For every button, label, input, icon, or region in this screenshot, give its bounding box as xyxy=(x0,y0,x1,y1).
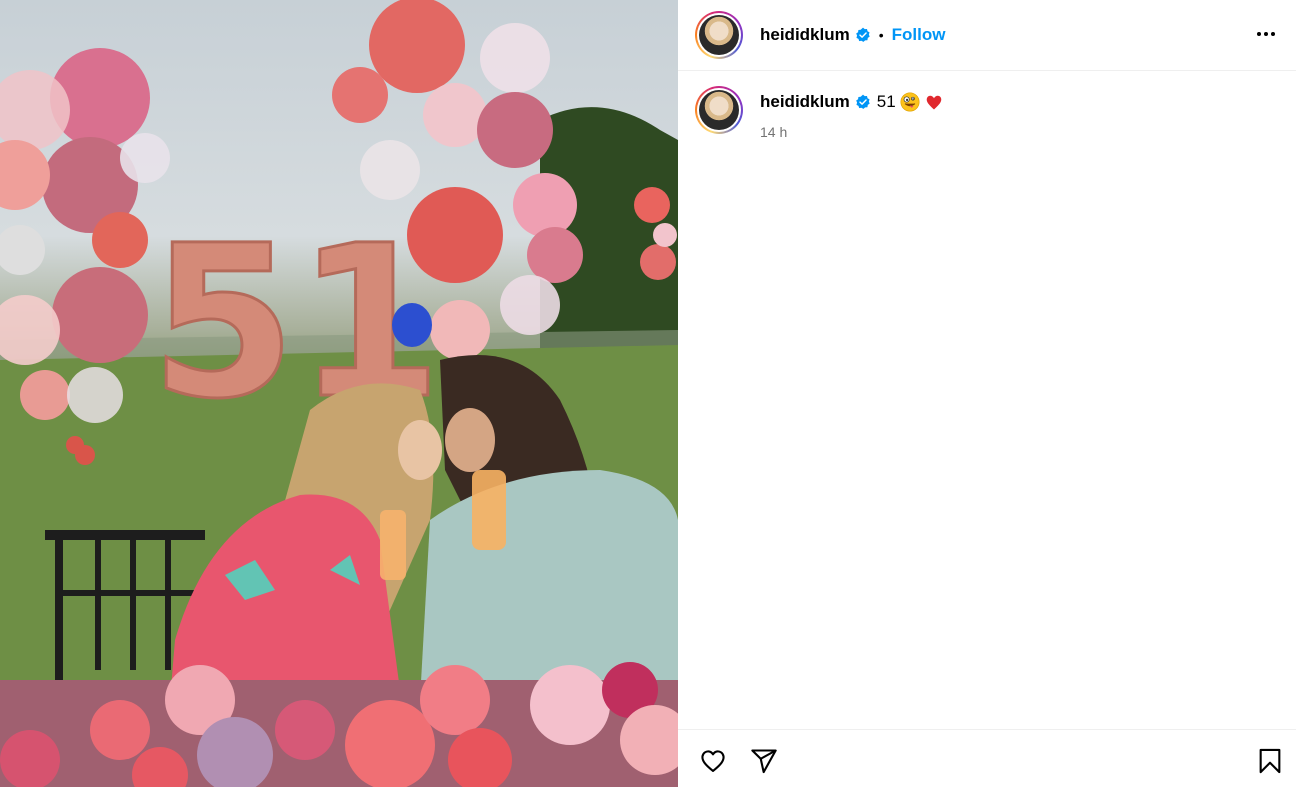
caption-username[interactable]: heididklum xyxy=(760,92,850,112)
heart-outline-icon[interactable] xyxy=(699,747,727,775)
separator-dot: • xyxy=(878,27,884,43)
post-header: heididklum • Follow xyxy=(678,0,1296,71)
post-actions xyxy=(678,729,1296,787)
verified-badge-icon xyxy=(855,94,870,109)
author-username[interactable]: heididklum xyxy=(760,25,850,45)
photo-illustration: 51 xyxy=(0,0,678,787)
author-avatar[interactable] xyxy=(695,11,743,59)
follow-button[interactable]: Follow xyxy=(892,25,946,45)
zany-face-emoji-icon xyxy=(900,92,920,112)
avatar-inner xyxy=(697,88,741,132)
caption-body: heididklum 51 14 h xyxy=(760,92,944,140)
verified-badge-icon xyxy=(855,27,870,42)
post-timestamp[interactable]: 14 h xyxy=(760,124,944,140)
avatar-image xyxy=(699,90,739,130)
post-caption: heididklum 51 14 h xyxy=(695,86,944,140)
red-heart-emoji-icon xyxy=(926,95,941,110)
post-panel: heididklum • Follow heididklum 51 14 h xyxy=(678,0,1296,787)
caption-line: heididklum 51 xyxy=(760,92,944,112)
post-photo[interactable]: 51 xyxy=(0,0,678,787)
avatar-inner xyxy=(697,13,741,57)
caption-text: 51 xyxy=(876,92,896,111)
avatar-image xyxy=(699,15,739,55)
more-options-icon[interactable] xyxy=(1254,22,1278,46)
share-icon[interactable] xyxy=(750,747,778,775)
bookmark-icon[interactable] xyxy=(1256,747,1284,775)
caption-avatar[interactable] xyxy=(695,86,743,134)
